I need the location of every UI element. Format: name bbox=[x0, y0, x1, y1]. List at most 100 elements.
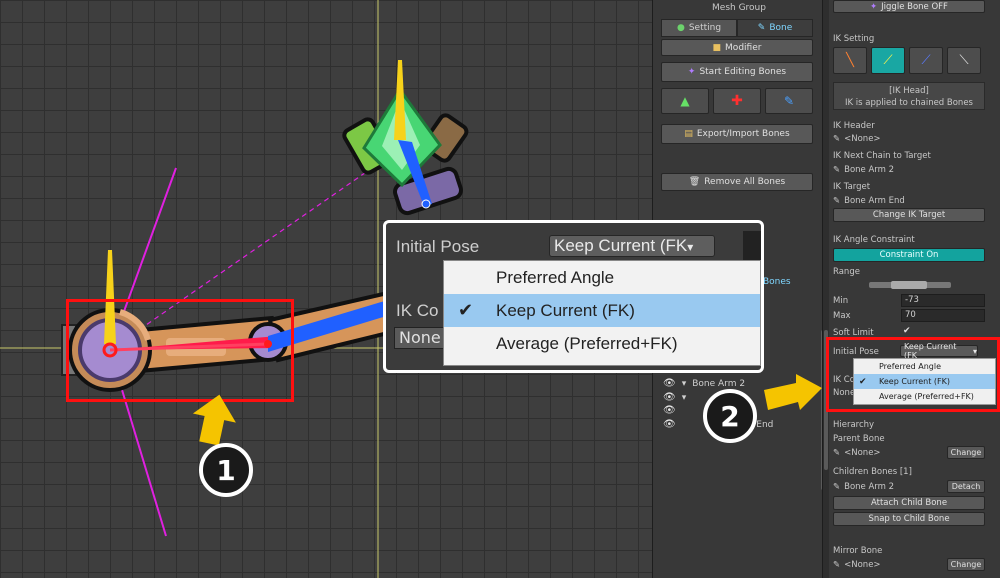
child-bone-value: ✎ Bone Arm 2 bbox=[833, 482, 894, 492]
hierarchy-row-bone-arm-2[interactable]: 👁 ▾ Bone Arm 2 bbox=[663, 377, 745, 390]
tab-bone[interactable]: ✎ Bone bbox=[737, 19, 813, 37]
detach-button[interactable]: Detach bbox=[947, 480, 985, 493]
mirror-bone-label: Mirror Bone bbox=[833, 546, 883, 556]
soft-limit-checkbox[interactable]: ✔ bbox=[903, 326, 911, 336]
modifier-icon: ■ bbox=[712, 42, 722, 53]
zoom-initial-pose-label: Initial Pose bbox=[396, 237, 480, 256]
zoomed-detail-popup: Initial Pose Keep Current (FK▾ IK Co Non… bbox=[383, 220, 764, 373]
mirror-change-button[interactable]: Change bbox=[947, 558, 985, 571]
trash-icon: 🗑 bbox=[688, 177, 701, 187]
visibility-eye-icon[interactable]: 👁 bbox=[663, 392, 676, 403]
ik-disabled-icon: ⟍ bbox=[959, 53, 969, 68]
ik-chained-tool-button[interactable]: ⟋ bbox=[909, 47, 943, 74]
bone-pen-icon: ✎ bbox=[783, 94, 795, 108]
range-label: Range bbox=[833, 267, 860, 277]
ik-header-text: <None> bbox=[844, 134, 881, 144]
bone-icon: ✎ bbox=[833, 165, 841, 175]
hierarchy-item-label: Bone Arm 2 bbox=[692, 378, 746, 389]
mirror-bone-value: ✎ <None> bbox=[833, 560, 881, 570]
children-bones-label: Children Bones [1] bbox=[833, 467, 912, 477]
export-icon: ▤ bbox=[684, 129, 693, 139]
bone-icon: ✎ bbox=[833, 448, 841, 458]
start-editing-bones-button[interactable]: ✦ Start Editing Bones bbox=[661, 62, 813, 82]
remove-all-label: Remove All Bones bbox=[704, 177, 786, 187]
snap-to-child-button[interactable]: Snap to Child Bone bbox=[833, 512, 985, 526]
expand-arrow-icon[interactable]: ▾ bbox=[682, 393, 687, 403]
max-field[interactable]: 70 bbox=[901, 309, 985, 322]
ik-mode-info-box: [IK Head] IK is applied to chained Bones bbox=[833, 82, 985, 110]
bone-icon: ✎ bbox=[757, 23, 766, 33]
expand-arrow-icon[interactable]: ▾ bbox=[682, 379, 687, 389]
ik-single-tool-button[interactable]: ╲ bbox=[833, 47, 867, 74]
visibility-eye-icon[interactable]: 👁 bbox=[663, 405, 676, 416]
ik-chained-icon: ⟋ bbox=[921, 53, 931, 68]
range-slider-handle[interactable] bbox=[891, 281, 927, 289]
change-ik-target-button[interactable]: Change IK Target bbox=[833, 208, 985, 222]
min-label: Min bbox=[833, 296, 849, 306]
hierarchy-heading: Hierarchy bbox=[833, 420, 875, 430]
bone-icon: ✎ bbox=[833, 560, 841, 570]
jiggle-icon: ✦ bbox=[870, 1, 878, 12]
bones-tab[interactable]: Bones bbox=[763, 277, 791, 287]
bone-selection-highlight bbox=[66, 299, 294, 402]
ik-info-desc: IK is applied to chained Bones bbox=[845, 98, 973, 108]
ik-disabled-tool-button[interactable]: ⟍ bbox=[947, 47, 981, 74]
ik-head-tool-button[interactable]: ⟋ bbox=[871, 47, 905, 74]
select-bone-tool-button[interactable]: ✎ bbox=[765, 88, 813, 114]
menu-item-label: Keep Current (FK) bbox=[496, 300, 635, 320]
properties-scrollbar-track[interactable] bbox=[823, 0, 829, 578]
ik-head-icon: ⟋ bbox=[883, 53, 893, 68]
modifier-button[interactable]: ■ Modifier bbox=[661, 39, 813, 56]
ik-next-chain-text: Bone Arm 2 bbox=[844, 165, 895, 175]
callout-2-text: 2 bbox=[720, 399, 740, 433]
hierarchy-row-child[interactable]: 👁 ▾ bbox=[663, 391, 692, 404]
hand-pivot-marker bbox=[421, 199, 431, 209]
min-field[interactable]: -73 bbox=[901, 294, 985, 307]
child-bone-text: Bone Arm 2 bbox=[844, 482, 895, 492]
add-bone-tool-button[interactable]: ▲ bbox=[661, 88, 709, 114]
start-editing-label: Start Editing Bones bbox=[699, 67, 787, 77]
ik-info-title: [IK Head] bbox=[889, 86, 929, 96]
modifier-label: Modifier bbox=[725, 42, 762, 53]
mirror-bone-text: <None> bbox=[844, 560, 881, 570]
jiggle-bone-button[interactable]: ✦ Jiggle Bone OFF bbox=[833, 0, 985, 13]
zoom-menu-item-keep-current[interactable]: ✔ Keep Current (FK) bbox=[444, 294, 760, 327]
bone-icon: ✎ bbox=[833, 482, 841, 492]
visibility-eye-icon[interactable]: 👁 bbox=[663, 378, 676, 389]
zoom-dark-strip bbox=[743, 231, 761, 261]
panel-tabs: ● Setting ✎ Bone bbox=[661, 19, 813, 37]
ik-target-text: Bone Arm End bbox=[844, 196, 905, 206]
zoom-initial-pose-menu: Preferred Angle ✔ Keep Current (FK) Avera… bbox=[443, 260, 761, 366]
zoom-none-field[interactable]: None bbox=[394, 327, 444, 349]
ik-angle-constraint-label: IK Angle Constraint bbox=[833, 235, 915, 245]
zoom-initial-pose-dropdown[interactable]: Keep Current (FK▾ bbox=[549, 235, 715, 257]
parent-bone-label: Parent Bone bbox=[833, 434, 885, 444]
callout-arrow-right bbox=[764, 374, 822, 410]
constraint-on-toggle[interactable]: Constraint On bbox=[833, 248, 985, 262]
visibility-eye-icon[interactable]: 👁 bbox=[663, 419, 676, 430]
bone-properties-panel: ✦ Jiggle Bone OFF IK Setting ╲ ⟋ ⟋ ⟍ [IK … bbox=[822, 0, 1000, 578]
export-import-label: Export/Import Bones bbox=[696, 129, 790, 139]
export-import-bones-button[interactable]: ▤ Export/Import Bones bbox=[661, 124, 813, 144]
ik-setting-heading: IK Setting bbox=[833, 34, 875, 44]
zoom-dropdown-value: Keep Current (FK bbox=[554, 236, 688, 255]
parent-bone-text: <None> bbox=[844, 448, 881, 458]
bone-add-icon: ▲ bbox=[680, 94, 690, 108]
ik-next-chain-value: ✎ Bone Arm 2 bbox=[833, 165, 894, 175]
tab-setting[interactable]: ● Setting bbox=[661, 19, 737, 37]
hierarchy-row-child-2[interactable]: 👁 bbox=[663, 404, 682, 417]
attach-child-bone-button[interactable]: Attach Child Bone bbox=[833, 496, 985, 510]
link-bone-tool-button[interactable]: ✚ bbox=[713, 88, 761, 114]
range-slider[interactable] bbox=[869, 281, 951, 289]
zoom-menu-item-preferred-angle[interactable]: Preferred Angle bbox=[444, 261, 760, 294]
ik-target-label: IK Target bbox=[833, 182, 871, 192]
change-parent-button[interactable]: Change bbox=[947, 446, 985, 459]
remove-all-bones-button[interactable]: 🗑 Remove All Bones bbox=[661, 173, 813, 191]
callout-badge-1: 1 bbox=[199, 443, 253, 497]
edit-bones-icon: ✦ bbox=[687, 67, 696, 77]
zoom-menu-item-average[interactable]: Average (Preferred+FK) bbox=[444, 327, 760, 360]
tab-bone-label: Bone bbox=[769, 23, 793, 33]
setting-icon: ● bbox=[676, 23, 685, 33]
ik-target-value: ✎ Bone Arm End bbox=[833, 196, 905, 206]
bone-icon: ✎ bbox=[833, 196, 841, 206]
